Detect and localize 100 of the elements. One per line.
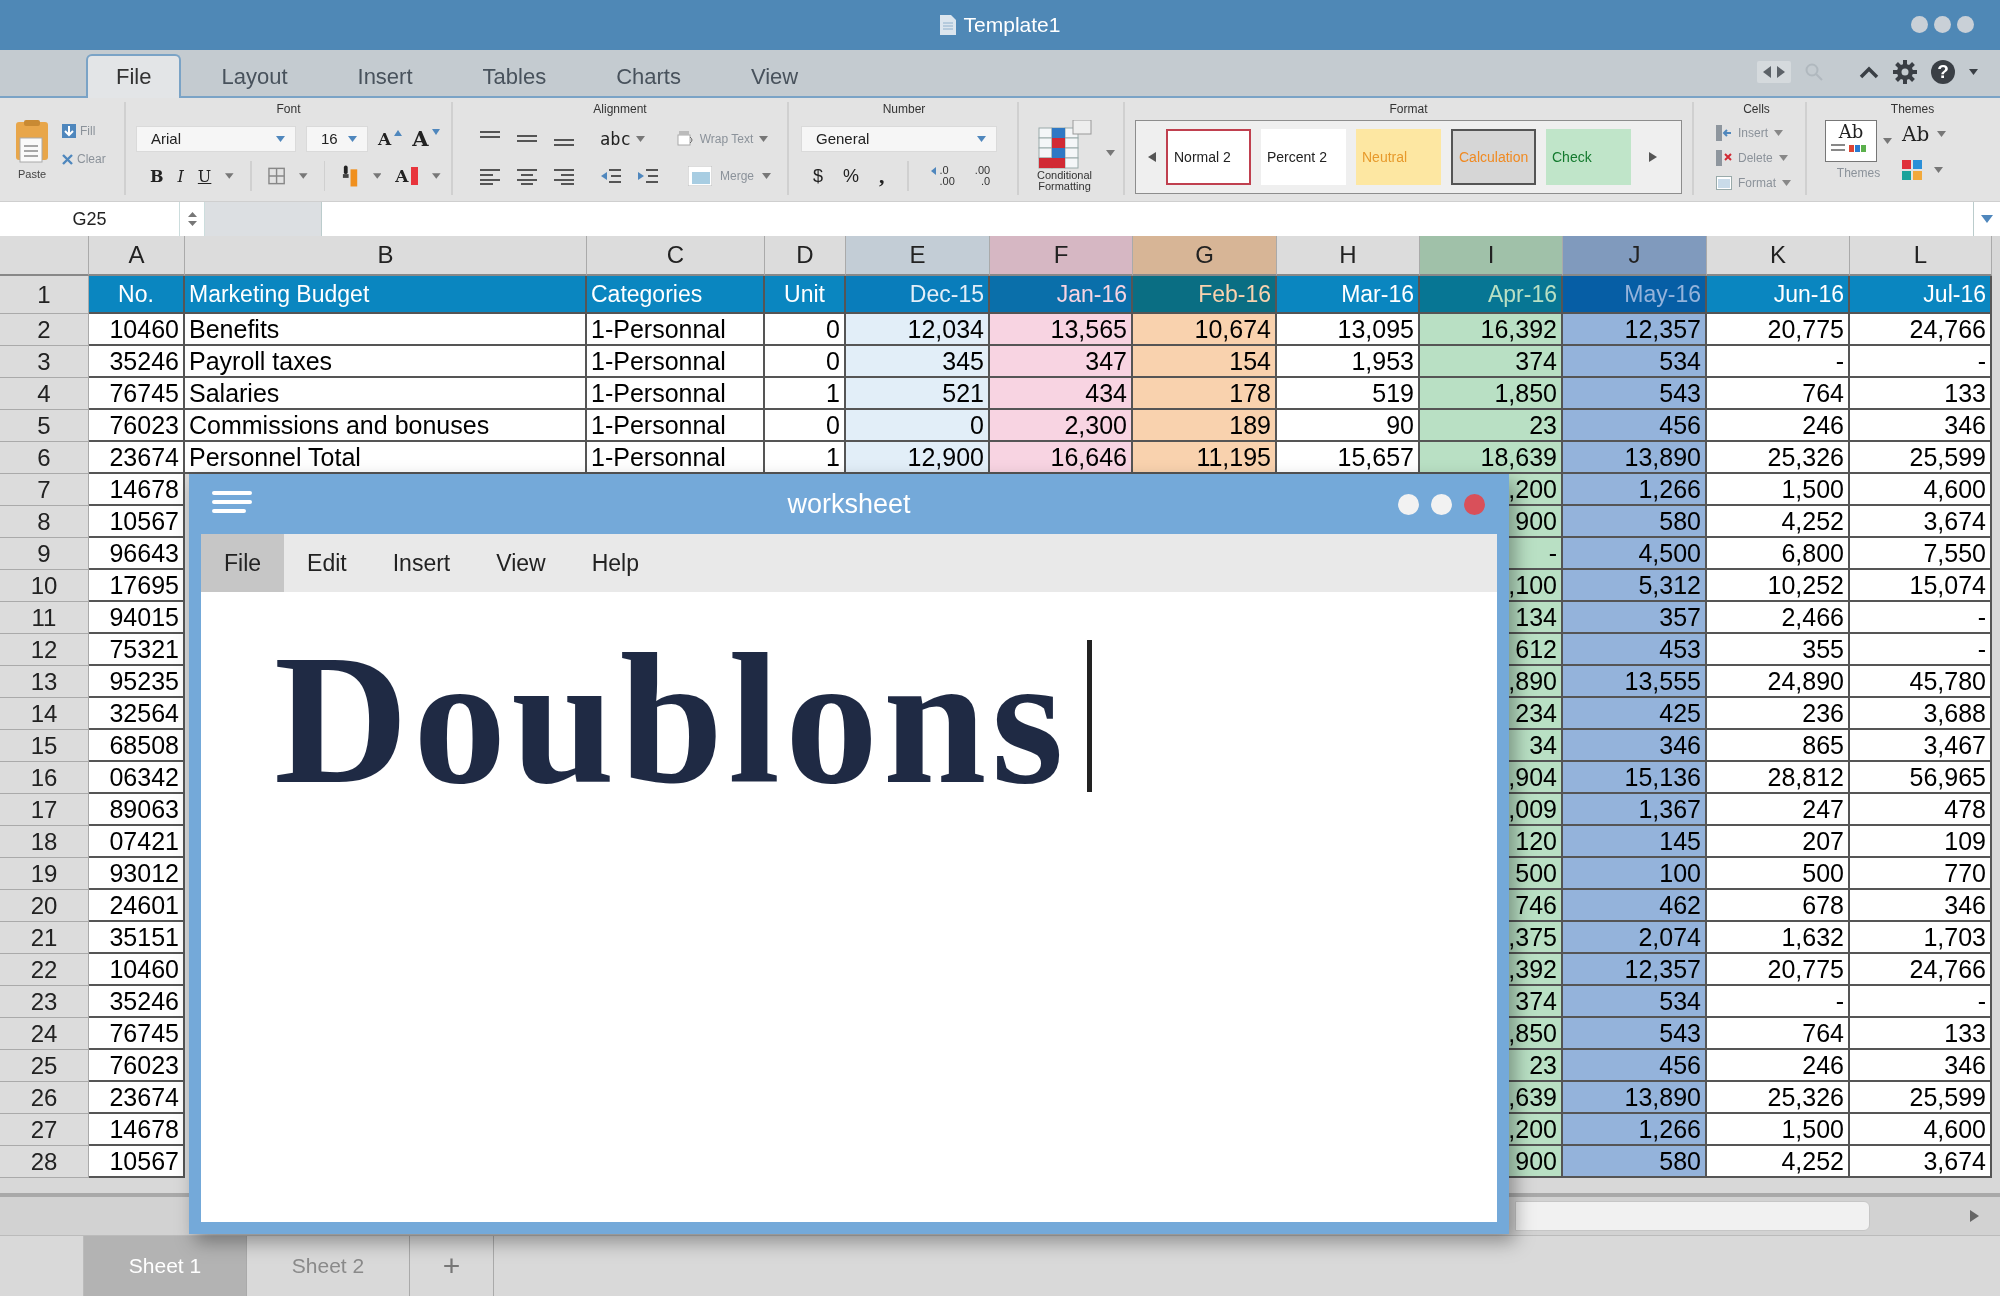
row-header[interactable]: 17 — [0, 794, 89, 826]
select-all-button[interactable] — [0, 236, 89, 276]
column-header[interactable]: E — [846, 236, 990, 276]
window-button[interactable] — [1431, 494, 1452, 515]
column-header[interactable]: D — [765, 236, 846, 276]
cell-style[interactable]: Check — [1546, 129, 1631, 185]
row-header[interactable]: 5 — [0, 410, 89, 442]
column-header[interactable]: B — [185, 236, 587, 276]
caret-icon[interactable] — [276, 135, 285, 142]
currency-button[interactable]: $ — [813, 165, 823, 187]
comma-button[interactable]: , — [879, 163, 885, 190]
row-header[interactable]: 22 — [0, 954, 89, 986]
previous-icon[interactable] — [1148, 152, 1156, 162]
caret-icon[interactable] — [299, 173, 308, 180]
row-header[interactable]: 11 — [0, 602, 89, 634]
caret-icon[interactable] — [1937, 131, 1947, 137]
row-header[interactable]: 15 — [0, 730, 89, 762]
shrink-font-button[interactable]: A — [412, 126, 440, 152]
column-header[interactable]: C — [587, 236, 765, 276]
caret-icon[interactable] — [1774, 129, 1783, 136]
formula-field[interactable] — [321, 202, 1973, 236]
column-header[interactable]: K — [1707, 236, 1850, 276]
column-header[interactable]: J — [1563, 236, 1707, 276]
row-header[interactable]: 4 — [0, 378, 89, 410]
bold-button[interactable]: B — [150, 166, 164, 186]
help-icon[interactable]: ? — [1931, 60, 1955, 84]
row-header[interactable]: 18 — [0, 826, 89, 858]
ribbon-tab[interactable]: Charts — [586, 54, 711, 98]
row-header[interactable]: 12 — [0, 634, 89, 666]
paste-button[interactable]: Paste — [14, 120, 50, 180]
caret-icon[interactable] — [1778, 154, 1788, 161]
row-header[interactable]: 25 — [0, 1050, 89, 1082]
caret-icon[interactable] — [1883, 138, 1892, 144]
italic-button[interactable]: I — [177, 166, 184, 186]
scrollbar-thumb[interactable] — [1515, 1201, 1870, 1231]
theme-fonts-button[interactable]: Ab — [1902, 122, 1947, 146]
font-size-field[interactable]: 16 — [306, 125, 368, 152]
row-header[interactable]: 26 — [0, 1082, 89, 1114]
cell-style[interactable]: Normal 2 — [1166, 129, 1251, 185]
caret-icon[interactable] — [225, 173, 234, 180]
caret-icon[interactable] — [759, 135, 769, 142]
decrease-indent-icon[interactable] — [600, 167, 622, 186]
grow-font-button[interactable]: A — [378, 128, 403, 149]
row-header[interactable]: 8 — [0, 506, 89, 538]
row-header[interactable]: 9 — [0, 538, 89, 570]
caret-icon[interactable] — [372, 173, 382, 180]
settings-icon[interactable] — [1893, 60, 1917, 84]
menu-item[interactable]: View — [473, 534, 569, 592]
underline-button[interactable]: U — [197, 166, 212, 186]
conditional-formatting-button[interactable]: Conditional Formatting — [1027, 120, 1102, 192]
column-header[interactable]: L — [1850, 236, 1992, 276]
font-field[interactable]: Arial — [136, 125, 296, 152]
row-header[interactable]: 20 — [0, 890, 89, 922]
window-button[interactable] — [1398, 494, 1419, 515]
font-color-button[interactable]: A — [395, 166, 419, 187]
align-left-icon[interactable] — [479, 167, 501, 186]
row-header[interactable]: 6 — [0, 442, 89, 474]
row-header[interactable]: 1 — [0, 276, 89, 314]
row-header[interactable]: 23 — [0, 986, 89, 1018]
column-header[interactable]: G — [1133, 236, 1277, 276]
percent-button[interactable]: % — [843, 165, 860, 187]
column-header[interactable]: I — [1420, 236, 1563, 276]
ribbon-tab[interactable]: File — [86, 54, 182, 98]
caret-icon[interactable] — [762, 173, 771, 180]
chevron-up-icon[interactable] — [1859, 65, 1879, 79]
theme-colors-icon[interactable] — [1902, 160, 1922, 180]
row-header[interactable]: 10 — [0, 570, 89, 602]
row-header[interactable]: 19 — [0, 858, 89, 890]
window-button[interactable] — [1911, 16, 1928, 33]
align-center-icon[interactable] — [516, 167, 538, 186]
align-right-icon[interactable] — [553, 167, 575, 186]
window-button[interactable] — [1934, 16, 1951, 33]
theme-thumbnail[interactable]: Ab — [1825, 120, 1877, 162]
caret-icon[interactable] — [348, 135, 357, 142]
caret-icon[interactable] — [635, 135, 645, 142]
menu-item[interactable]: Insert — [369, 534, 474, 592]
name-box[interactable]: G25 — [0, 202, 180, 236]
decrease-decimal-button[interactable]: .00 .0 — [974, 165, 991, 188]
row-header[interactable]: 24 — [0, 1018, 89, 1050]
caret-icon[interactable] — [1981, 215, 1993, 223]
next-icon[interactable] — [1649, 152, 1657, 162]
borders-icon[interactable] — [267, 167, 285, 186]
menu-icon[interactable] — [212, 490, 252, 514]
row-header[interactable]: 28 — [0, 1146, 89, 1178]
ribbon-tab[interactable]: Layout — [191, 54, 318, 98]
row-header[interactable]: 16 — [0, 762, 89, 794]
window-button[interactable] — [1957, 16, 1974, 33]
row-header[interactable]: 21 — [0, 922, 89, 954]
ribbon-tab[interactable]: Insert — [327, 54, 443, 98]
increase-indent-icon[interactable] — [637, 167, 659, 186]
column-header[interactable]: A — [89, 236, 185, 276]
next-icon[interactable] — [1777, 66, 1785, 78]
menu-item[interactable]: Help — [568, 534, 662, 592]
menu-item[interactable]: File — [201, 534, 285, 592]
caret-icon[interactable] — [1782, 179, 1791, 186]
fill-color-icon[interactable] — [341, 165, 359, 188]
caret-icon[interactable] — [1934, 167, 1943, 173]
row-header[interactable]: 3 — [0, 346, 89, 378]
cell-style[interactable]: Percent 2 — [1261, 129, 1346, 185]
caret-icon[interactable] — [432, 173, 441, 180]
